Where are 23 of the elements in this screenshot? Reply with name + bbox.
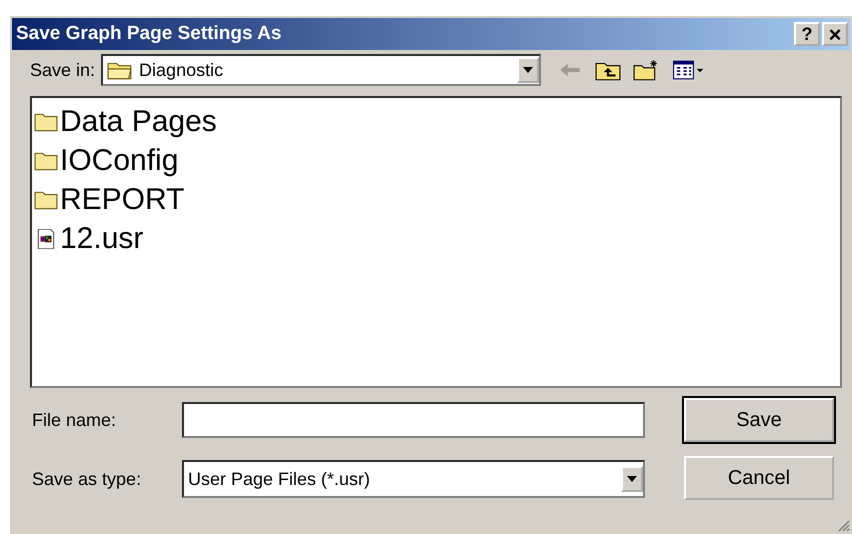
file-list-item[interactable]: IOConfig [34, 141, 840, 180]
file-list-item[interactable]: REPORT [34, 180, 840, 219]
save-in-value: Diagnostic [139, 60, 224, 80]
save-in-label: Save in: [30, 60, 96, 80]
folder-icon [34, 190, 58, 210]
file-name-label: File name: [32, 410, 118, 430]
folder-icon [34, 150, 58, 170]
new-folder-icon[interactable] [633, 59, 660, 81]
help-button[interactable]: ? [794, 22, 820, 46]
save-button[interactable]: Save [684, 398, 834, 442]
file-list-item[interactable]: Data Pages [34, 102, 840, 141]
cancel-button[interactable]: Cancel [684, 456, 834, 500]
save-as-type-dropdown[interactable]: User Page Files (*.usr) [182, 460, 645, 498]
folder-icon [34, 112, 58, 132]
file-name-field[interactable] [182, 402, 645, 438]
file-list-item[interactable]: 12.usr [34, 219, 840, 258]
save-as-type-value: User Page Files (*.usr) [188, 468, 372, 490]
resize-grip-icon[interactable] [836, 518, 850, 532]
close-button[interactable]: × [822, 22, 848, 46]
save-in-dropdown[interactable]: Diagnostic [101, 54, 542, 86]
folder-icon [107, 60, 134, 80]
window-title: Save Graph Page Settings As [16, 23, 282, 45]
save-as-type-label: Save as type: [32, 468, 142, 490]
